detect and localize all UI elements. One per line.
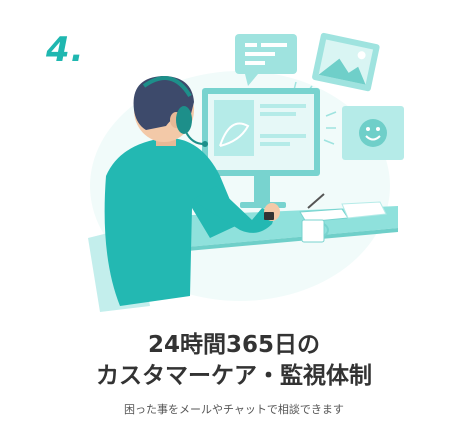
smiley-icon xyxy=(342,106,404,160)
headline: 24時間365日の カスタマーケア・監視体制 xyxy=(0,330,468,392)
image-icon xyxy=(312,32,380,92)
headline-line-1: 24時間365日の xyxy=(147,332,321,358)
smartwatch-icon xyxy=(264,212,274,220)
subtext: 困った事をメールやチャットで相談できます xyxy=(124,403,344,416)
support-illustration xyxy=(88,32,404,312)
step-number: 4. xyxy=(46,30,85,70)
coffee-cup-icon xyxy=(301,219,329,243)
headline-line-2: カスタマーケア・監視体制 xyxy=(96,363,372,389)
